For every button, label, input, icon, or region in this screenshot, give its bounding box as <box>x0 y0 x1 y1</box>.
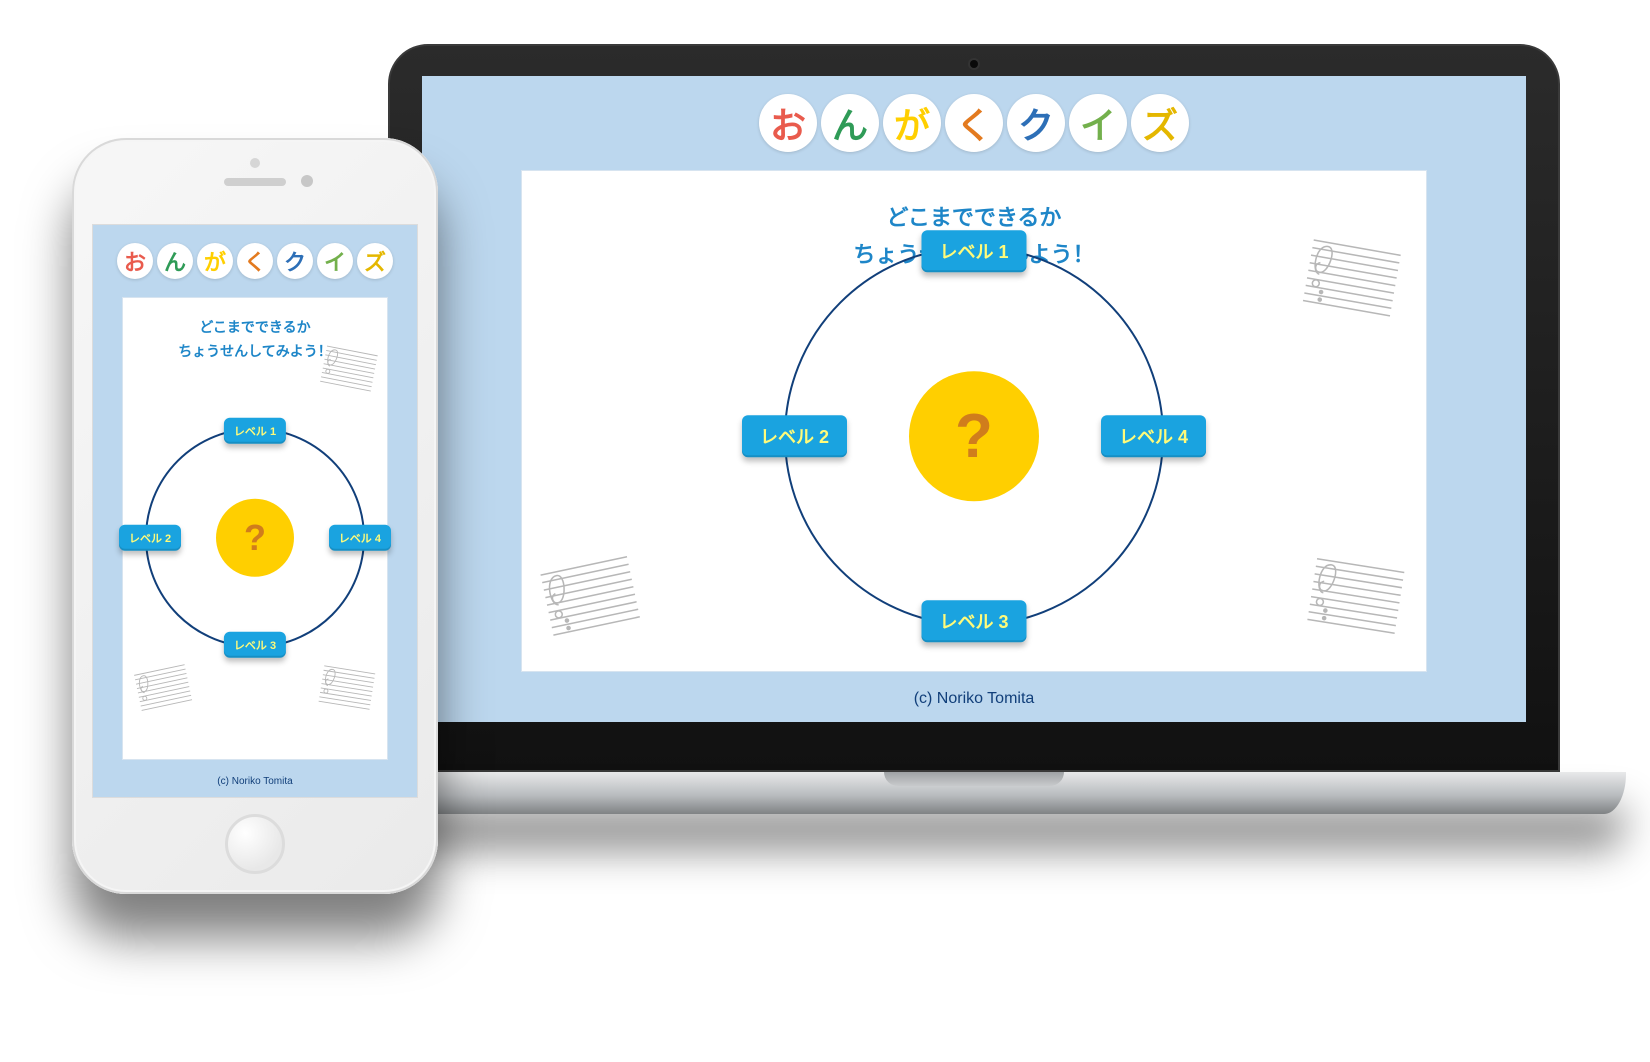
title-char: ん <box>821 94 879 152</box>
level-2-button[interactable]: レベル 2 <box>742 415 847 457</box>
ring-circle: ? レベル 1 レベル 2 レベル 3 レベル 4 <box>784 246 1164 626</box>
level-ring: ? レベル 1 レベル 2 レベル 3 レベル 4 <box>145 427 365 647</box>
phone-screen: お ん が く ク イ ズ どこまでできるか ちょうせんしてみよう！ ? <box>92 224 418 798</box>
title-char: く <box>237 243 273 279</box>
credit-text: (c) Noriko Tomita <box>914 682 1035 722</box>
title-char: ん <box>157 243 193 279</box>
level-1-button[interactable]: レベル 1 <box>921 230 1026 272</box>
title-char: イ <box>1069 94 1127 152</box>
laptop-notch <box>884 772 1064 786</box>
title-char: お <box>759 94 817 152</box>
phone-speaker-icon <box>224 178 286 186</box>
music-score-icon <box>1298 233 1405 321</box>
level-3-button[interactable]: レベル 3 <box>921 600 1026 642</box>
title-char: ク <box>277 243 313 279</box>
laptop-base <box>322 772 1626 814</box>
title-char: ズ <box>357 243 393 279</box>
title-char: く <box>945 94 1003 152</box>
music-score-icon <box>316 661 378 713</box>
main-panel: どこまでできるか ちょうせんしてみよう！ ? レベル 1 レベル 2 レベル 3… <box>521 170 1426 672</box>
laptop-mockup: お ん が く ク イ ズ どこまでできるか ちょうせんしてみよう！ <box>388 44 1560 814</box>
title-char: が <box>197 243 233 279</box>
laptop-lid: お ん が く ク イ ズ どこまでできるか ちょうせんしてみよう！ <box>388 44 1560 772</box>
music-score-icon <box>536 550 645 640</box>
level-2-button[interactable]: レベル 2 <box>119 524 181 550</box>
phone-mockup: お ん が く ク イ ズ どこまでできるか ちょうせんしてみよう！ ? <box>72 138 438 894</box>
center-question-mark[interactable]: ? <box>216 498 294 576</box>
laptop-camera-icon <box>970 60 978 68</box>
level-ring: ? レベル 1 レベル 2 レベル 3 レベル 4 <box>784 246 1164 626</box>
music-score-icon <box>317 341 380 395</box>
title-char: イ <box>317 243 353 279</box>
music-quiz-app: お ん が く ク イ ズ どこまでできるか ちょうせんしてみよう！ <box>422 76 1526 722</box>
center-question-mark[interactable]: ? <box>909 371 1039 501</box>
level-4-button[interactable]: レベル 4 <box>329 524 391 550</box>
laptop-screen: お ん が く ク イ ズ どこまでできるか ちょうせんしてみよう！ <box>422 76 1526 722</box>
ring-circle: ? レベル 1 レベル 2 レベル 3 レベル 4 <box>145 427 365 647</box>
level-1-button[interactable]: レベル 1 <box>224 417 286 443</box>
title-char: お <box>117 243 153 279</box>
title-char: ク <box>1007 94 1065 152</box>
home-button[interactable] <box>225 814 285 874</box>
title-char: が <box>883 94 941 152</box>
music-quiz-app: お ん が く ク イ ズ どこまでできるか ちょうせんしてみよう！ ? <box>93 225 417 797</box>
music-score-icon <box>131 660 195 715</box>
level-4-button[interactable]: レベル 4 <box>1101 415 1206 457</box>
app-title: お ん が く ク イ ズ <box>117 243 393 279</box>
phone-camera-icon <box>301 175 313 187</box>
level-3-button[interactable]: レベル 3 <box>224 631 286 657</box>
subtitle-line: どこまでできるか <box>123 316 387 340</box>
title-char: ズ <box>1131 94 1189 152</box>
phone-sensor-icon <box>250 158 260 168</box>
app-title: お ん が く ク イ ズ <box>759 94 1189 152</box>
credit-text: (c) Noriko Tomita <box>217 770 292 797</box>
main-panel: どこまでできるか ちょうせんしてみよう！ ? レベル 1 レベル 2 レベル 3… <box>122 297 388 760</box>
music-score-icon <box>1303 552 1409 638</box>
